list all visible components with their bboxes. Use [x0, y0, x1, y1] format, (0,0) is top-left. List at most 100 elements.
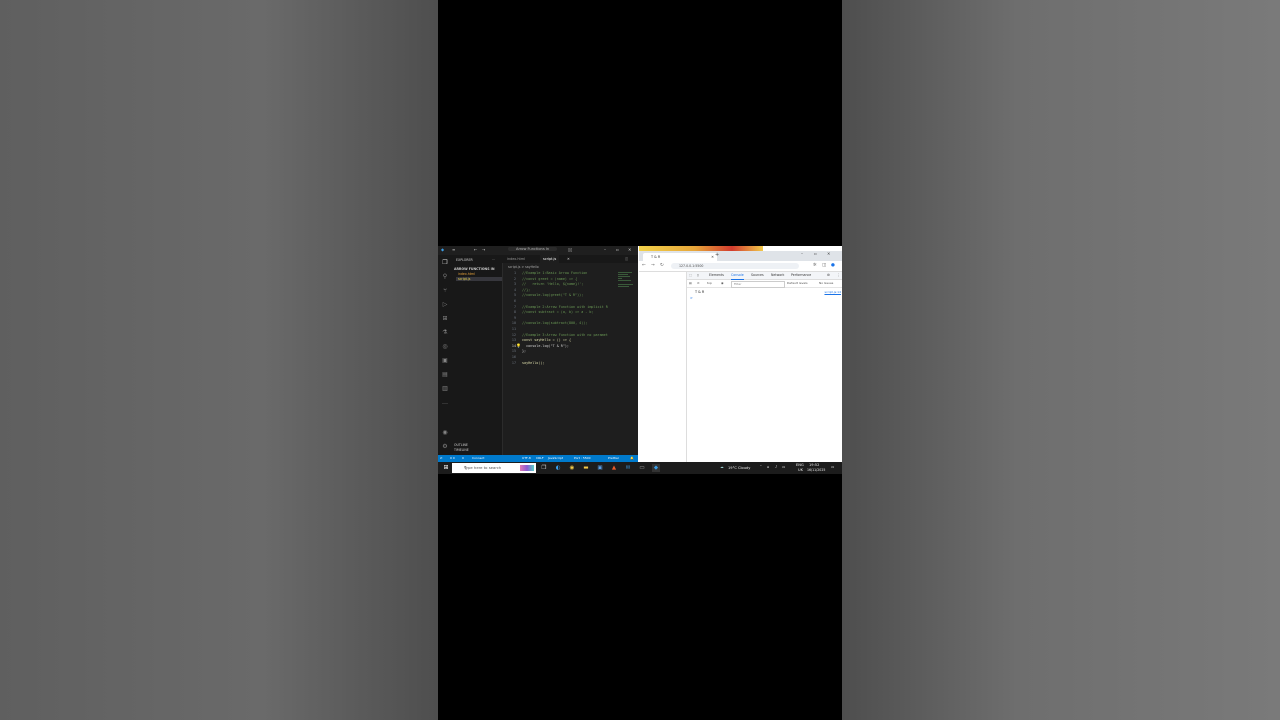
- network-icon[interactable]: ⌂: [767, 465, 769, 469]
- vscode-taskbar-icon[interactable]: ◆: [652, 464, 660, 472]
- remote-indicator-icon[interactable]: ⇌: [440, 455, 443, 462]
- tab-sources[interactable]: Sources: [751, 272, 764, 279]
- device-toolbar-icon[interactable]: ▯: [697, 272, 699, 279]
- region-indicator[interactable]: UK: [798, 468, 803, 472]
- source-control-icon[interactable]: ⑂: [441, 287, 449, 295]
- new-tab-icon[interactable]: +: [715, 252, 719, 258]
- connect-status[interactable]: Connect: [472, 455, 484, 462]
- browser-tab[interactable]: T & R ✕: [643, 253, 717, 261]
- outline-section[interactable]: OUTLINE: [454, 443, 468, 447]
- tab-script-js[interactable]: script.js: [540, 255, 560, 263]
- vlc-icon[interactable]: ▲: [610, 464, 618, 472]
- eol-status[interactable]: CRLF: [536, 455, 544, 462]
- forward-icon[interactable]: →: [651, 263, 655, 268]
- explorer-header: EXPLORER: [456, 258, 473, 262]
- notifications-bell-icon[interactable]: 🔔: [630, 455, 634, 462]
- extensions-icon[interactable]: ⊞: [441, 315, 449, 323]
- more-icon[interactable]: …: [441, 399, 449, 407]
- docker-icon[interactable]: ▣: [441, 357, 449, 365]
- window-minimize-icon[interactable]: –: [801, 251, 803, 256]
- notebook-icon[interactable]: ▤: [441, 371, 449, 379]
- tab-elements[interactable]: Elements: [709, 272, 724, 279]
- context-selector[interactable]: top: [707, 280, 712, 287]
- log-levels-dropdown[interactable]: Default levels: [787, 280, 808, 287]
- weather-text[interactable]: 19°C Cloudy: [728, 466, 750, 470]
- tab-network[interactable]: Network: [771, 272, 784, 279]
- volume-icon[interactable]: ♪: [775, 465, 777, 469]
- console-source-link[interactable]: script.js:14: [824, 290, 841, 294]
- settings-gear-icon[interactable]: ⚙: [441, 443, 449, 451]
- explorer-more-icon[interactable]: …: [492, 257, 495, 261]
- back-icon[interactable]: ←: [642, 263, 646, 268]
- problems-warnings[interactable]: 0: [462, 455, 464, 462]
- sidebar-toggle-icon[interactable]: ▤: [689, 280, 692, 287]
- console-filter-input[interactable]: Filter: [731, 281, 785, 288]
- tab-index-html[interactable]: index.html: [504, 255, 528, 263]
- run-debug-icon[interactable]: ▷: [441, 301, 449, 309]
- clear-console-icon[interactable]: ⊘: [697, 280, 700, 287]
- remote-icon[interactable]: ◎: [441, 343, 449, 351]
- language-mode[interactable]: JavaScript: [548, 455, 563, 462]
- clock-time[interactable]: 19:52: [809, 463, 819, 467]
- window-close-icon[interactable]: ✕: [827, 251, 830, 256]
- folder-root[interactable]: ARROW FUNCTIONS IN: [454, 267, 494, 271]
- inspect-icon[interactable]: ⬚: [689, 272, 692, 279]
- taskbar-search-box[interactable]: ⚲ Type here to search: [452, 463, 536, 473]
- menu-icon[interactable]: ≡: [452, 247, 455, 252]
- account-icon[interactable]: ◉: [441, 429, 449, 437]
- forward-arrow-icon[interactable]: →: [482, 247, 485, 252]
- issues-counter[interactable]: No Issues: [819, 280, 833, 287]
- maximize-icon[interactable]: ▫: [616, 247, 619, 252]
- prettier-status[interactable]: Prettier: [608, 455, 619, 462]
- file-index-html[interactable]: index.html: [458, 272, 475, 276]
- sidepanel-icon[interactable]: ◫: [822, 263, 826, 268]
- minimap[interactable]: [618, 271, 636, 331]
- chrome-icon[interactable]: ◉: [568, 464, 576, 472]
- tab-close-icon[interactable]: ✕: [711, 253, 714, 261]
- layout-toggle-icon[interactable]: ▯▯: [568, 247, 572, 252]
- explorer-sidebar: EXPLORER … ARROW FUNCTIONS IN index.html…: [452, 255, 503, 455]
- search-icon[interactable]: ⚲: [441, 273, 449, 281]
- console-prompt[interactable]: >: [690, 296, 693, 300]
- timeline-section[interactable]: TIMELINE: [454, 448, 469, 452]
- file-explorer-icon[interactable]: ▬: [582, 464, 590, 472]
- tab-performance[interactable]: Performance: [791, 272, 811, 279]
- split-editor-icon[interactable]: ◫: [622, 255, 631, 263]
- breadcrumb[interactable]: script.js > sayHello: [508, 265, 539, 269]
- language-indicator[interactable]: ENG: [796, 463, 804, 467]
- lightbulb-icon[interactable]: 💡: [516, 343, 521, 348]
- back-arrow-icon[interactable]: ←: [474, 247, 477, 252]
- store-icon[interactable]: ▣: [596, 464, 604, 472]
- live-server-port[interactable]: Port : 5500: [574, 455, 591, 462]
- terminal-icon[interactable]: ▭: [638, 464, 646, 472]
- devtools-settings-icon[interactable]: ⚙: [827, 272, 830, 279]
- tab-console[interactable]: Console: [731, 272, 744, 280]
- file-script-js[interactable]: script.js: [456, 277, 502, 281]
- testing-icon[interactable]: ⚗: [441, 329, 449, 337]
- devtools-more-icon[interactable]: ⋮: [837, 272, 840, 279]
- vscode-window: ◆ ≡ ← → Arrow Functions In ▯▯ – ▫ ✕ ❐ ⚲ …: [438, 246, 638, 462]
- minimize-icon[interactable]: –: [604, 247, 606, 252]
- tab-close-icon[interactable]: ✕: [564, 255, 573, 263]
- task-view-icon[interactable]: ❐: [540, 464, 548, 472]
- problems-errors[interactable]: 0 0: [450, 455, 455, 462]
- tray-chevron-icon[interactable]: ˄: [760, 465, 762, 469]
- notification-center-icon[interactable]: ▭: [831, 465, 834, 469]
- command-center[interactable]: Arrow Functions In: [508, 247, 558, 251]
- profile-avatar[interactable]: ●: [831, 263, 835, 268]
- live-expression-eye-icon[interactable]: ◉: [721, 280, 724, 287]
- mail-icon[interactable]: ✉: [624, 464, 632, 472]
- window-maximize-icon[interactable]: ▫: [814, 251, 817, 256]
- explorer-icon[interactable]: ❐: [441, 259, 449, 267]
- windows-start-icon[interactable]: ⊞: [442, 464, 450, 472]
- code-editor[interactable]: 1 //Example 1:Basic Arrow Function 2 //con…: [502, 271, 618, 451]
- database-icon[interactable]: ▥: [441, 385, 449, 393]
- clock-date[interactable]: 16/11/2025: [807, 468, 825, 472]
- extensions-puzzle-icon[interactable]: ✲: [813, 263, 817, 268]
- edge-icon[interactable]: ◐: [554, 464, 562, 472]
- reload-icon[interactable]: ↻: [660, 263, 664, 268]
- battery-icon[interactable]: ▭: [782, 465, 785, 469]
- close-icon[interactable]: ✕: [628, 247, 631, 252]
- encoding-status[interactable]: UTF-8: [522, 455, 531, 462]
- address-bar[interactable]: 127.0.0.1:5500: [671, 263, 799, 269]
